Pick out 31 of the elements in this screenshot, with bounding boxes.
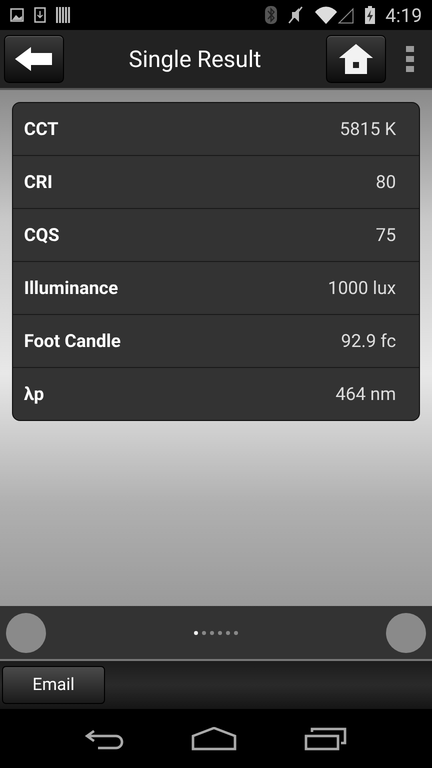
bluetooth-icon [265,6,278,24]
result-label: CCT [24,118,58,140]
barcode-icon [56,7,70,23]
home-button[interactable] [326,35,386,83]
house-icon [338,43,374,75]
home-nav-icon[interactable] [190,726,237,750]
result-value: 80 [376,172,396,192]
back-button[interactable] [4,35,64,83]
recent-apps-icon[interactable] [304,726,348,750]
result-value: 75 [376,224,396,246]
result-label: CRI [24,172,53,192]
result-value: 92.9 fc [340,330,396,352]
overflow-menu-icon[interactable] [406,46,414,72]
left-arrow-icon [14,46,54,72]
result-label: Foot Candle [24,330,121,352]
screen-title: Single Result [128,46,262,72]
result-value: 1000 lux [328,278,396,298]
next-page-button[interactable] [386,612,426,652]
mute-icon [287,6,304,24]
result-value: 5815 K [340,118,396,140]
clock: 4:19 [385,4,422,26]
download-icon [34,7,46,23]
previous-page-button[interactable] [6,612,46,652]
email-button[interactable]: Email [2,666,105,704]
battery-icon [365,6,376,24]
result-label: λp [24,384,44,404]
signal-icon [313,6,356,24]
result-label: CQS [24,224,60,246]
result-value: 464 nm [335,384,396,404]
result-label: Illuminance [24,278,118,298]
picture-icon [10,8,24,22]
